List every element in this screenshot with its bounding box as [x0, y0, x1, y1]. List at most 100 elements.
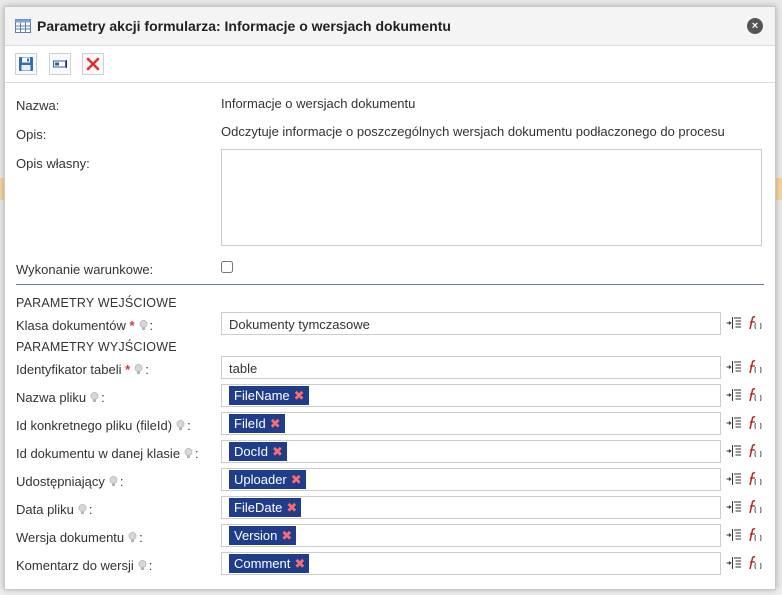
- add-variable-icon[interactable]: [726, 471, 742, 487]
- lightbulb-icon[interactable]: [139, 320, 148, 335]
- param-label: Udostępniający:: [16, 474, 124, 491]
- label-colon: :: [187, 418, 191, 433]
- add-variable-icon[interactable]: [726, 315, 742, 331]
- variable-tag-text: Version: [234, 528, 278, 543]
- action-parameters-dialog: Parametry akcji formularza: Informacje o…: [4, 6, 776, 590]
- param-value-field[interactable]: DocId ✖: [221, 440, 721, 463]
- name-label: Nazwa:: [16, 98, 60, 113]
- conditional-execution-checkbox[interactable]: [221, 261, 233, 273]
- function-icon[interactable]: [747, 527, 763, 543]
- param-label-text: Id dokumentu w danej klasie: [16, 446, 181, 461]
- variable-tag-text: FileId: [234, 416, 266, 431]
- param-value-field[interactable]: Dokumenty tymczasowe: [221, 312, 721, 335]
- function-icon[interactable]: [747, 315, 763, 331]
- remove-tag-icon[interactable]: ✖: [286, 500, 297, 515]
- param-label: Data pliku:: [16, 502, 92, 519]
- remove-tag-icon[interactable]: ✖: [272, 444, 283, 459]
- conditional-execution-label: Wykonanie warunkowe:: [16, 262, 154, 277]
- variable-tag-text: Uploader: [234, 472, 287, 487]
- save-button[interactable]: [15, 53, 37, 75]
- param-label-text: Klasa dokumentów: [16, 318, 126, 333]
- function-icon[interactable]: [747, 443, 763, 459]
- param-value-text: table: [229, 361, 258, 376]
- function-icon[interactable]: [747, 471, 763, 487]
- remove-tag-icon[interactable]: ✖: [294, 388, 305, 403]
- param-value-field[interactable]: Version ✖: [221, 524, 721, 547]
- param-value-field[interactable]: FileDate ✖: [221, 496, 721, 519]
- variable-tag: Comment ✖: [229, 554, 310, 573]
- lightbulb-icon[interactable]: [184, 448, 193, 463]
- label-colon: :: [101, 390, 105, 405]
- variable-tag: Version ✖: [229, 526, 297, 545]
- add-variable-icon[interactable]: [726, 359, 742, 375]
- variable-tag-text: FileName: [234, 388, 290, 403]
- output-params-heading: PARAMETRY WYJŚCIOWE: [16, 340, 177, 354]
- cancel-button[interactable]: [82, 53, 104, 75]
- param-label: Identyfikator tabeli *:: [16, 362, 149, 379]
- add-variable-icon[interactable]: [726, 555, 742, 571]
- lightbulb-icon[interactable]: [138, 560, 147, 575]
- remove-tag-icon[interactable]: ✖: [291, 472, 302, 487]
- label-colon: :: [88, 502, 93, 517]
- variable-tag-text: Comment: [234, 556, 291, 571]
- rename-field-button[interactable]: [49, 53, 71, 75]
- close-icon[interactable]: ×: [747, 18, 763, 34]
- dialog-titlebar: Parametry akcji formularza: Informacje o…: [5, 7, 775, 46]
- lightbulb-icon[interactable]: [128, 532, 137, 547]
- name-value: Informacje o wersjach dokumentu: [221, 96, 416, 111]
- lightbulb-icon[interactable]: [134, 364, 143, 379]
- input-params-heading: PARAMETRY WEJŚCIOWE: [16, 296, 177, 310]
- variable-tag-text: DocId: [234, 444, 268, 459]
- variable-tag: DocId ✖: [229, 442, 287, 461]
- function-icon[interactable]: [747, 555, 763, 571]
- param-value-field[interactable]: Uploader ✖: [221, 468, 721, 491]
- required-marker: *: [121, 362, 131, 377]
- param-label-text: Identyfikator tabeli: [16, 362, 122, 377]
- variable-tag: Uploader ✖: [229, 470, 306, 489]
- description-label: Opis:: [16, 127, 47, 142]
- remove-tag-icon[interactable]: ✖: [270, 416, 281, 431]
- add-variable-icon[interactable]: [726, 499, 742, 515]
- dialog-title: Parametry akcji formularza: Informacje o…: [37, 18, 451, 34]
- param-value-field[interactable]: Comment ✖: [221, 552, 721, 575]
- lightbulb-icon[interactable]: [109, 476, 118, 491]
- function-icon[interactable]: [747, 359, 763, 375]
- param-label: Komentarz do wersji:: [16, 558, 152, 575]
- remove-tag-icon[interactable]: ✖: [294, 556, 305, 571]
- variable-tag: FileId ✖: [229, 414, 285, 433]
- label-colon: :: [139, 530, 143, 545]
- add-variable-icon[interactable]: [726, 443, 742, 459]
- add-variable-icon[interactable]: [726, 387, 742, 403]
- add-variable-icon[interactable]: [726, 527, 742, 543]
- add-variable-icon[interactable]: [726, 415, 742, 431]
- cancel-icon: [86, 57, 100, 71]
- param-label-text: Nazwa pliku: [16, 390, 87, 405]
- table-icon: [15, 19, 31, 33]
- param-value-field[interactable]: table: [221, 356, 721, 379]
- label-colon: :: [119, 474, 124, 489]
- param-label: Nazwa pliku:: [16, 390, 105, 407]
- lightbulb-icon[interactable]: [90, 392, 99, 407]
- param-label-text: Data pliku: [16, 502, 74, 517]
- param-label-text: Udostępniający: [16, 474, 105, 489]
- param-label: Wersja dokumentu:: [16, 530, 143, 547]
- own-description-input[interactable]: [221, 149, 762, 246]
- param-label: Id dokumentu w danej klasie:: [16, 446, 199, 463]
- lightbulb-icon[interactable]: [78, 504, 87, 519]
- save-icon: [19, 57, 33, 71]
- lightbulb-icon[interactable]: [176, 420, 185, 435]
- own-description-label: Opis własny:: [16, 156, 90, 171]
- param-label-text: Wersja dokumentu: [16, 530, 125, 545]
- section-divider: [16, 284, 764, 285]
- function-icon[interactable]: [747, 499, 763, 515]
- param-value-field[interactable]: FileId ✖: [221, 412, 721, 435]
- function-icon[interactable]: [747, 387, 763, 403]
- variable-tag: FileName ✖: [229, 386, 309, 405]
- function-icon[interactable]: [747, 415, 763, 431]
- param-label: Id konkretnego pliku (fileId):: [16, 418, 191, 435]
- label-colon: :: [149, 318, 154, 333]
- param-value-field[interactable]: FileName ✖: [221, 384, 721, 407]
- variable-tag: FileDate ✖: [229, 498, 302, 517]
- label-colon: :: [148, 558, 153, 573]
- remove-tag-icon[interactable]: ✖: [281, 528, 292, 543]
